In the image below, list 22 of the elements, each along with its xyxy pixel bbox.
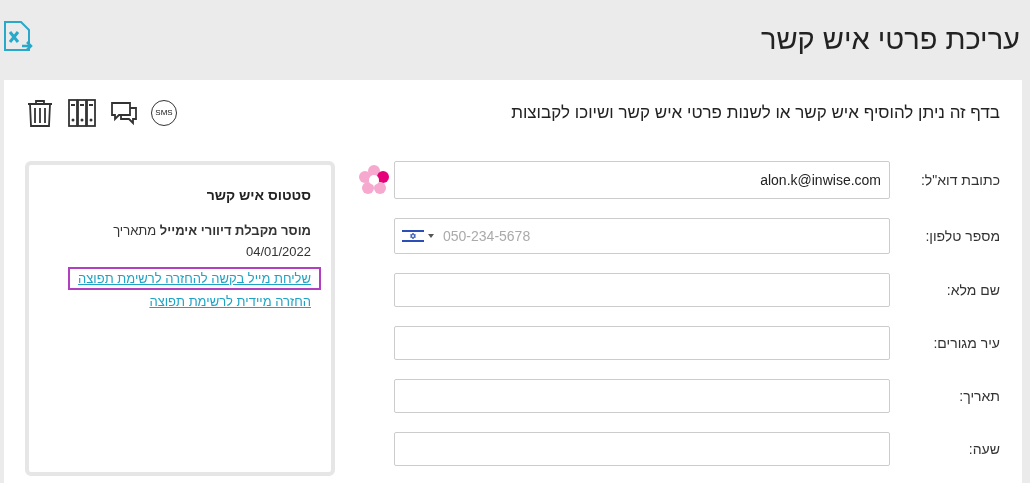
- text-field[interactable]: [394, 432, 890, 466]
- phone-field[interactable]: 050-234-5678: [394, 218, 890, 254]
- binders-icon[interactable]: [67, 98, 97, 128]
- email-field[interactable]: alon.k@inwise.com: [394, 161, 890, 199]
- field-label: תאריך:: [958, 388, 1000, 404]
- field-label: שם מלא:: [945, 282, 1000, 298]
- caret-icon[interactable]: [428, 234, 434, 238]
- page-description: בדף זה ניתן להוסיף איש קשר או לשנות פרטי איש קשר ושיוכו לקבוצות: [511, 103, 1000, 123]
- flag-icon[interactable]: [402, 228, 424, 244]
- text-field[interactable]: [394, 326, 890, 360]
- page-title: עריכת פרטי איש קשר: [760, 22, 1020, 56]
- flower-icon: [357, 163, 391, 197]
- card-title: סטטוס איש קשר: [205, 187, 311, 203]
- status-text: מוסר מקבלת דיוורי אימייל מתאריך: [112, 223, 311, 238]
- field-label: מספר טלפון:: [924, 228, 1000, 244]
- field-label: עיר מגורים:: [932, 335, 1000, 351]
- text-field[interactable]: [394, 273, 890, 307]
- field-label: שעה:: [967, 441, 1000, 457]
- field-label: כתובת דוא"ל:: [919, 172, 1000, 188]
- trash-icon[interactable]: [25, 98, 55, 128]
- status-date: 04/01/2022: [244, 244, 311, 259]
- text-field[interactable]: [394, 379, 890, 413]
